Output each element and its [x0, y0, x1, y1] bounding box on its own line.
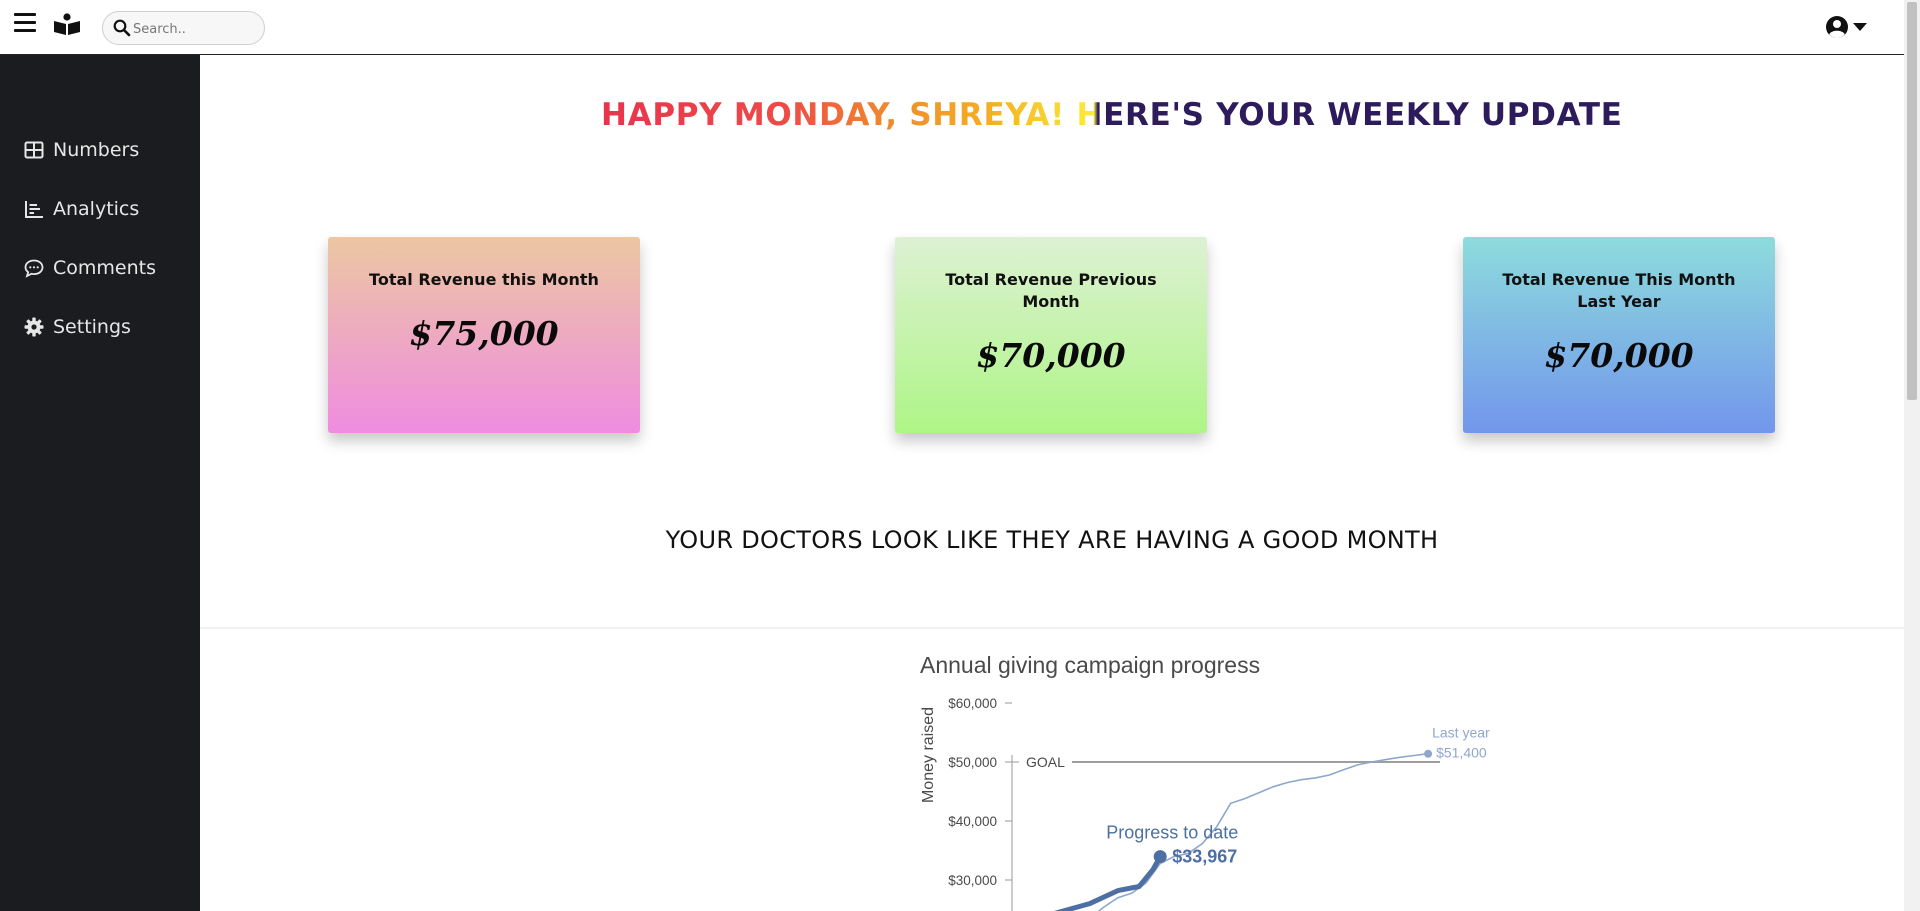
card-value: $70,000: [1544, 336, 1694, 375]
chart-series-line-progress: [1053, 854, 1163, 911]
chart-svg: Annual giving campaign progress Money rai…: [920, 652, 1490, 911]
chart-end-label-progress: $33,967: [1172, 847, 1237, 867]
vertical-scrollbar[interactable]: [1904, 0, 1920, 911]
chart-series-label-progress: Progress to date: [1106, 823, 1238, 843]
sidebar-item-label: Analytics: [53, 198, 140, 220]
chart-y-tick-label: $60,000: [948, 696, 997, 711]
search-input[interactable]: [133, 19, 258, 39]
chart-series-label-last-year: Last year: [1432, 725, 1490, 741]
card-title: Total Revenue this Month: [369, 270, 599, 289]
doctors-subheading: YOUR DOCTORS LOOK LIKE THEY ARE HAVING A…: [665, 526, 1439, 554]
sidebar: Numbers Analytics Comments Settings: [0, 55, 200, 911]
table-icon: [24, 141, 44, 159]
sidebar-item-numbers[interactable]: Numbers: [24, 135, 194, 165]
hamburger-menu-icon[interactable]: [14, 13, 36, 32]
top-bar: [0, 0, 1904, 55]
card-value: $75,000: [409, 314, 559, 353]
sidebar-item-analytics[interactable]: Analytics: [24, 194, 194, 224]
gear-icon: [24, 317, 44, 337]
campaign-progress-chart: Annual giving campaign progress Money rai…: [700, 643, 1490, 911]
comment-icon: [24, 259, 44, 278]
revenue-card-this-month: Total Revenue this Month $75,000: [328, 237, 640, 433]
search-box: [102, 11, 265, 45]
chart-y-tick-label: $50,000: [948, 755, 997, 770]
sidebar-item-label: Comments: [53, 257, 156, 279]
revenue-card-previous-month: Total Revenue Previous Month $70,000: [895, 237, 1207, 433]
sidebar-item-label: Numbers: [53, 139, 140, 161]
scrollbar-thumb[interactable]: [1907, 2, 1917, 400]
main-content: HAPPY MONDAY, SHREYA! HERE'S YOUR WEEKLY…: [200, 56, 1904, 911]
chart-point-progress-end: [1153, 850, 1167, 864]
user-account-menu-icon[interactable]: [1823, 13, 1873, 41]
chart-y-tick-label: $30,000: [948, 873, 997, 888]
book-reader-logo-icon[interactable]: [54, 13, 80, 35]
chart-y-axis-label: Money raised: [920, 707, 937, 803]
section-divider: [200, 627, 1904, 629]
card-title: Total Revenue Previous Month: [945, 270, 1157, 311]
card-title: Total Revenue This Month Last Year: [1502, 270, 1736, 311]
chart-goal-label: GOAL: [1026, 754, 1065, 770]
sidebar-item-label: Settings: [53, 316, 131, 338]
sidebar-item-settings[interactable]: Settings: [24, 312, 194, 342]
chart-y-tick-label: $40,000: [948, 814, 997, 829]
chart-title: Annual giving campaign progress: [920, 652, 1260, 678]
chart-end-label-last-year: $51,400: [1436, 745, 1487, 761]
greeting-heading: HAPPY MONDAY, SHREYA! HERE'S YOUR WEEKLY…: [601, 94, 1905, 136]
chart-point-last-year-end: [1424, 749, 1433, 758]
revenue-card-last-year: Total Revenue This Month Last Year $70,0…: [1463, 237, 1775, 433]
card-value: $70,000: [976, 336, 1126, 375]
search-icon[interactable]: [113, 19, 131, 37]
sidebar-item-comments[interactable]: Comments: [24, 253, 194, 283]
chart-icon: [25, 201, 43, 218]
